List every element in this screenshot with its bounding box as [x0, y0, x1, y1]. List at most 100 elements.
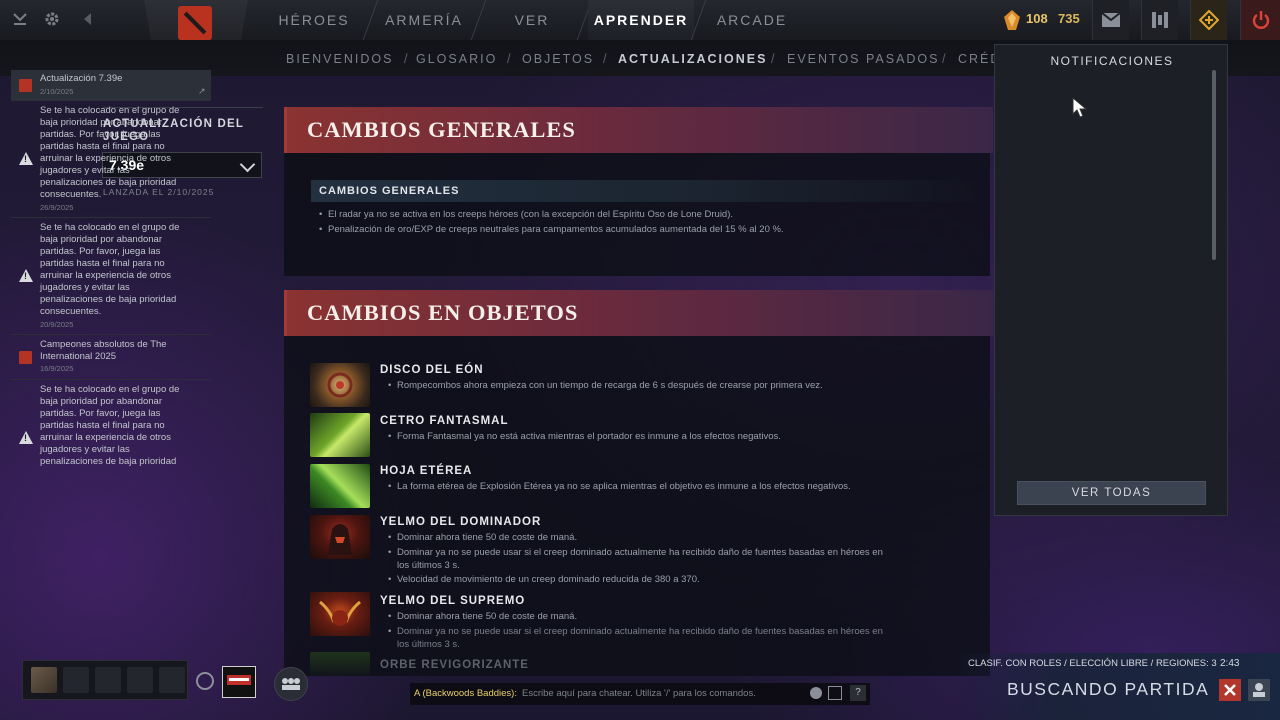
settings-gear-icon[interactable] [42, 10, 62, 30]
back-arrow-icon[interactable] [78, 10, 98, 30]
section-title: CAMBIOS EN OBJETOS [307, 300, 579, 325]
item-name: ORBE REVIGORIZANTE [380, 659, 529, 671]
item-note: Dominar ya no se puede usar si el creep … [388, 625, 897, 651]
accept-button[interactable] [1248, 679, 1270, 701]
chat-input[interactable]: A (Backwoods Baddies): Escribe aquí para… [410, 683, 870, 705]
power-button[interactable] [1240, 0, 1280, 40]
guild-emblem[interactable] [222, 666, 256, 698]
notification-entry[interactable]: Se te ha colocado en el grupo de baja pr… [11, 101, 211, 218]
notifications-scrollbar[interactable] [1212, 70, 1216, 260]
empty-party-slot[interactable] [127, 667, 153, 693]
general-note: El radar ya no se activa en los creeps h… [319, 209, 733, 220]
notification-entry[interactable]: Se te ha colocado en el grupo de baja pr… [11, 380, 211, 468]
power-icon [1252, 11, 1270, 29]
dota-logo-icon [178, 6, 212, 40]
nav-learn[interactable]: APRENDER [588, 0, 694, 40]
view-all-button[interactable]: VER TODAS [1017, 481, 1206, 505]
ethereal-blade-item-icon [310, 464, 370, 508]
plus-icon [1199, 10, 1219, 30]
item-note: Dominar ya no se puede usar si el creep … [388, 546, 897, 572]
subheader-title: CAMBIOS GENERALES [319, 185, 460, 197]
notification-text: Actualización 7.39e [40, 73, 123, 84]
user-icon [1253, 683, 1265, 697]
notification-date: 2/10/2025 [40, 87, 74, 96]
notification-date: 26/9/2025 [40, 203, 74, 212]
aeon-disk-item-icon [310, 363, 370, 407]
subnav-welcome[interactable]: BIENVENIDOS [286, 52, 393, 66]
player-avatar[interactable] [31, 667, 57, 693]
warning-icon [19, 269, 33, 282]
empty-party-slot[interactable] [95, 667, 121, 693]
empty-party-slot[interactable] [159, 667, 185, 693]
cancel-search-button[interactable] [1219, 679, 1241, 701]
item-name: DISCO DEL EÓN [380, 364, 484, 376]
chevron-down-icon [239, 156, 256, 173]
notification-entry[interactable]: Actualización 7.39e 2/10/2025 ↗ [11, 70, 211, 101]
close-icon [1224, 684, 1236, 696]
headset-icon[interactable] [196, 672, 214, 690]
plus-button[interactable] [1190, 0, 1227, 40]
subnav-glossary[interactable]: GLOSARIO [416, 52, 497, 66]
item-name: HOJA ETÉREA [380, 465, 473, 477]
help-icon[interactable]: ? [850, 685, 866, 701]
party-bar [22, 660, 188, 700]
matchmaking-info: CLASIF. CON ROLES / ELECCIÓN LIBRE / REG… [968, 658, 1217, 669]
shards-count: 108 [1026, 11, 1048, 26]
notification-text: Se te ha colocado en el grupo de baja pr… [40, 105, 180, 200]
matchmaking-panel: CLASIF. CON ROLES / ELECCIÓN LIBRE / REG… [960, 653, 1280, 720]
matchmaking-timer: 2:43 [1220, 658, 1240, 669]
refresher-orb-item-icon [310, 652, 370, 676]
chat-filter-icon[interactable] [828, 686, 842, 700]
nav-heroes[interactable]: HÉROES [262, 0, 366, 40]
party-button[interactable] [274, 667, 308, 701]
gold-count: 735 [1058, 11, 1080, 26]
nav-armory[interactable]: ARMERÍA [374, 0, 474, 40]
nav-watch[interactable]: VER [484, 0, 580, 40]
external-link-icon[interactable]: ↗ [198, 86, 206, 97]
mail-button[interactable] [1092, 0, 1129, 40]
general-note: Penalización de oro/EXP de creeps neutra… [319, 224, 784, 235]
armory-icon [1152, 12, 1168, 28]
cursor-icon [1072, 96, 1088, 124]
warning-icon [19, 152, 33, 165]
notification-entry[interactable]: Campeones absolutos de The International… [11, 335, 211, 380]
subnav-separator: / [507, 52, 511, 66]
subnav-separator: / [603, 52, 607, 66]
mail-icon [1102, 13, 1120, 27]
notification-entry[interactable]: Se te ha colocado en el grupo de baja pr… [11, 218, 211, 335]
item-note: Velocidad de movimiento de un creep domi… [388, 574, 700, 585]
ghost-scepter-item-icon [310, 413, 370, 457]
item-note: La forma etérea de Explosión Etérea ya n… [388, 481, 851, 492]
subnav-updates[interactable]: ACTUALIZACIONES [618, 52, 767, 66]
item-note: Dominar ahora tiene 50 de coste de maná. [388, 532, 577, 543]
subnav-separator: / [942, 52, 946, 66]
chat-placeholder: Escribe aquí para chatear. Utiliza '/' p… [522, 688, 756, 699]
item-changes-header: CAMBIOS EN OBJETOS [284, 290, 993, 336]
subnav-items[interactable]: OBJETOS [522, 52, 594, 66]
item-note: Forma Fantasmal ya no está activa mientr… [388, 431, 781, 442]
chat-channel: A (Backwoods Baddies): [414, 688, 517, 699]
collapse-arrow-icon[interactable] [10, 10, 30, 30]
matchmaking-status: BUSCANDO PARTIDA [1007, 679, 1210, 699]
item-note: Rompecombos ahora empieza con un tiempo … [388, 380, 823, 391]
subnav-separator: / [771, 52, 775, 66]
subnav-past-events[interactable]: EVENTOS PASADOS [787, 52, 940, 66]
helm-of-the-overlord-item-icon [310, 592, 370, 636]
item-name: YELMO DEL SUPREMO [380, 595, 526, 607]
subnav-separator: / [404, 52, 408, 66]
notifications-title: NOTIFICACIONES [1050, 54, 1174, 68]
shard-icon [1004, 10, 1020, 35]
notifications-panel: NOTIFICACIONES [994, 44, 1228, 516]
emoji-icon[interactable] [810, 687, 822, 699]
empty-party-slot[interactable] [63, 667, 89, 693]
top-bar: HÉROES ARMERÍA VER APRENDER ARCADE 108 7… [0, 0, 1280, 46]
item-name: CETRO FANTASMAL [380, 415, 509, 427]
item-note: Dominar ahora tiene 50 de coste de maná. [388, 611, 577, 622]
helm-of-the-dominator-item-icon [310, 515, 370, 559]
nav-arcade[interactable]: ARCADE [704, 0, 800, 40]
armory-button[interactable] [1141, 0, 1178, 40]
general-subheader: CAMBIOS GENERALES [311, 180, 974, 202]
notification-text: Se te ha colocado en el grupo de baja pr… [40, 222, 180, 317]
dota-logo-icon [19, 79, 32, 92]
item-name: YELMO DEL DOMINADOR [380, 516, 542, 528]
